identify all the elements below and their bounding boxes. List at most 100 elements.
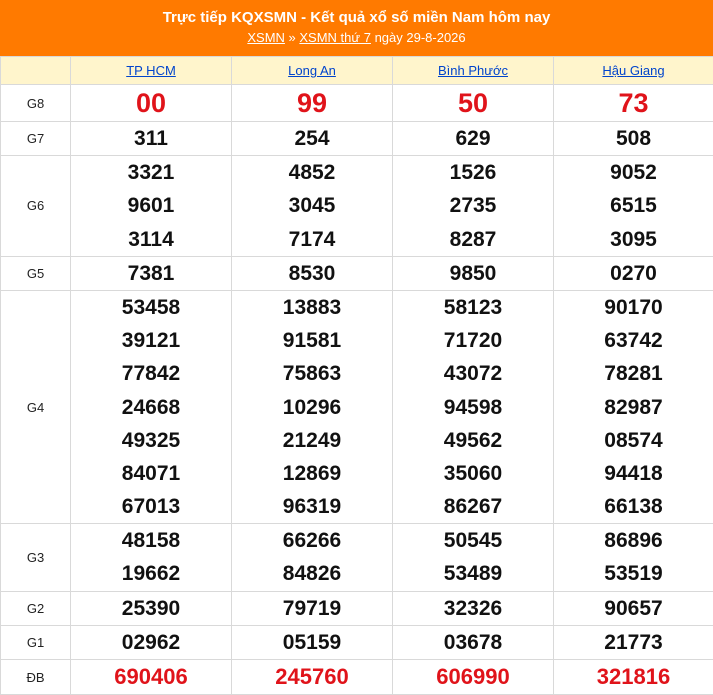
prize-cell: 9850 [392,255,554,291]
prize-cell: 90657 [553,590,713,626]
prize-number: 49325 [121,428,181,452]
province-link-long-an[interactable]: Long An [288,63,336,78]
prize-cell: 02962 [70,624,232,661]
prize-number: 10296 [282,395,342,419]
prize-number: 2735 [449,194,497,218]
results-page: Trực tiếp KQXSMN - Kết quả xổ số miền Na… [0,0,713,695]
prize-number: 63742 [604,329,663,353]
prize-label: G3 [0,523,71,592]
breadcrumb-xsmn-link[interactable]: XSMN [247,30,285,45]
province-link-tp-hcm[interactable]: TP HCM [126,63,176,78]
prize-number: 86896 [604,529,663,553]
province-link-hau-giang[interactable]: Hậu Giang [602,63,664,78]
province-link-binh-phuoc[interactable]: Bình Phước [438,63,508,78]
prize-number: 32326 [443,596,503,620]
corner-cell [0,56,71,85]
prize-number: 311 [134,127,168,150]
prize-number: 3321 [127,161,175,185]
results-body: G8 00 99 50 73 G7 311 254 629 508 G6 3321 9601 3114 48… [0,84,713,695]
prize-number: 53489 [443,562,503,586]
prize-cell: 48158 19662 [70,523,232,592]
prize-label: G2 [0,590,71,626]
prize-number: 75863 [282,362,342,386]
prize-cell: 73 [553,84,713,122]
prize-number: 35060 [443,461,503,485]
prize-number: 508 [615,127,652,150]
prize-cell: 254 [231,120,393,157]
prize-number: 67013 [121,495,181,519]
prize-label: G8 [0,84,71,122]
prize-number: 82987 [604,395,663,419]
prize-number: 254 [294,127,330,150]
prize-cell: 86896 53519 [553,523,713,592]
prize-number: 08574 [604,428,663,452]
prize-cell: 508 [553,120,713,157]
prize-number: 99 [296,88,328,118]
prize-cell: 05159 [231,624,393,661]
prize-cell: 321816 [553,659,713,695]
breadcrumb-xsmn-thu7-link[interactable]: XSMN thứ 7 [299,30,371,45]
prize-number: 48158 [121,529,181,553]
prize-cell: 53458 39121 77842 24668 49325 84071 67013 [70,289,232,525]
prize-cell: 4852 3045 7174 [231,155,393,257]
prize-number: 39121 [121,329,181,353]
prize-label: G7 [0,120,71,157]
breadcrumb: XSMN » XSMN thứ 7 ngày 29-8-2026 [0,29,713,47]
prize-number: 84826 [282,562,342,586]
prize-number: 49562 [443,428,503,452]
prize-label: G6 [0,155,71,257]
prize-cell: 7381 [70,255,232,291]
province-header-row: TP HCM Long An Bình Phước Hậu Giang [0,56,713,85]
prize-cell: 606990 [392,659,554,695]
prize-number: 90170 [604,295,663,319]
prize-cell: 0270 [553,255,713,291]
prize-number: 96319 [282,495,342,519]
prize-cell: 690406 [70,659,232,695]
prize-number: 4852 [288,161,336,185]
prize-row: G6 3321 9601 3114 4852 3045 7174 1526 2735 8287 90… [0,155,713,257]
prize-row: G1 02962 05159 03678 21773 [0,624,713,661]
prize-number: 71720 [443,329,503,353]
prize-cell: 8530 [231,255,393,291]
prize-number: 9052 [610,161,657,185]
prize-cell: 25390 [70,590,232,626]
prize-row: ĐB 690406 245760 606990 321816 [0,659,713,695]
special-prize-number: 606990 [436,664,510,689]
prize-cell: 00 [70,84,232,122]
results-table: TP HCM Long An Bình Phước Hậu Giang G8 00… [0,56,713,695]
prize-cell: 99 [231,84,393,122]
prize-number: 8287 [449,227,497,251]
prize-number: 66138 [604,495,663,519]
special-prize-number: 321816 [596,664,671,689]
prize-number: 73 [618,88,649,118]
special-prize-number: 245760 [275,664,349,689]
draw-date: ngày 29-8-2026 [370,30,466,45]
prize-label: ĐB [0,659,71,695]
prize-cell: 21773 [553,624,713,661]
prize-cell: 79719 [231,590,393,626]
prize-row: G7 311 254 629 508 [0,120,713,157]
prize-cell: 66266 84826 [231,523,393,592]
prize-cell: 90170 63742 78281 82987 08574 94418 66138 [553,289,713,525]
prize-number: 94418 [604,461,663,485]
prize-number: 43072 [443,362,503,386]
prize-cell: 32326 [392,590,554,626]
prize-number: 8530 [288,261,336,285]
prize-number: 19662 [121,562,181,586]
prize-number: 7381 [127,261,175,285]
prize-number: 66266 [282,529,342,553]
prize-number: 86267 [443,495,503,519]
prize-row: G2 25390 79719 32326 90657 [0,590,713,626]
prize-number: 9850 [449,261,497,285]
prize-cell: 3321 9601 3114 [70,155,232,257]
prize-cell: 50545 53489 [392,523,554,592]
prize-cell: 629 [392,120,554,157]
prize-number: 6515 [610,194,657,218]
prize-cell: 50 [392,84,554,122]
prize-number: 3045 [288,194,336,218]
province-header: Bình Phước [392,56,554,85]
prize-cell: 1526 2735 8287 [392,155,554,257]
prize-number: 7174 [288,227,336,251]
prize-cell: 9052 6515 3095 [553,155,713,257]
prize-number: 12869 [282,461,342,485]
